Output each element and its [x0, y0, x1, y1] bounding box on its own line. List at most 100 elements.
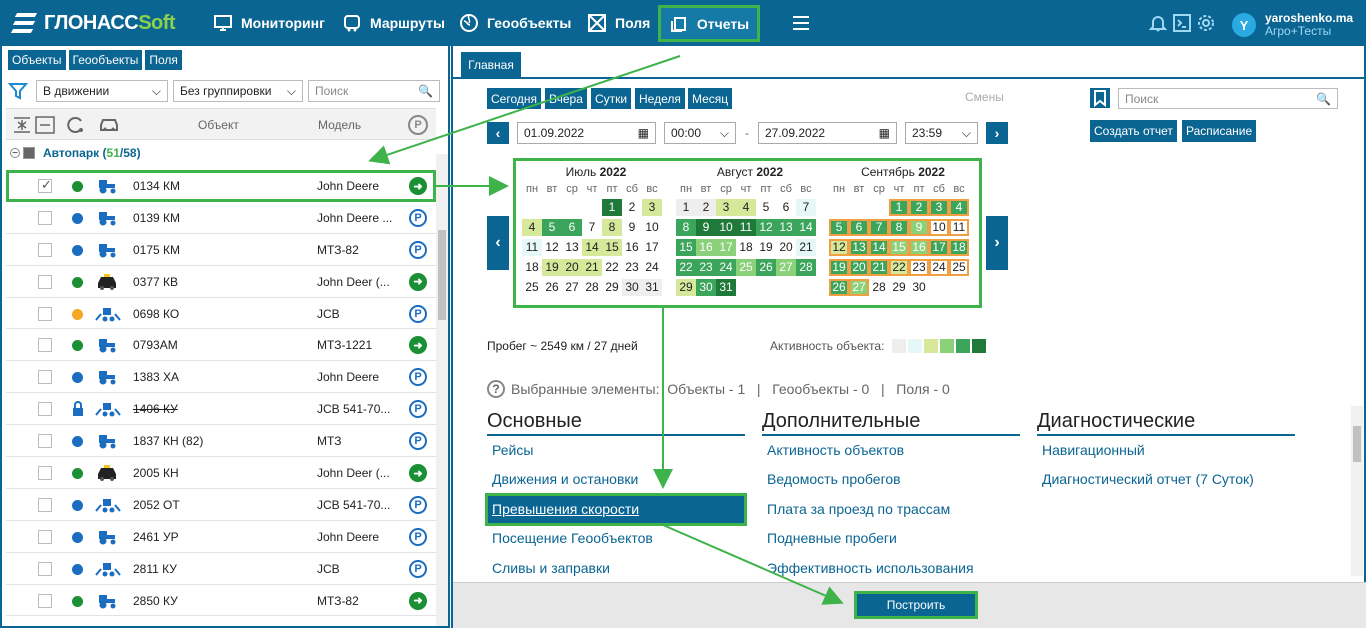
- tab-objects[interactable]: Объекты: [8, 50, 66, 70]
- calendar-day[interactable]: 7: [796, 199, 816, 216]
- calendar-day[interactable]: 5: [829, 219, 849, 236]
- table-row[interactable]: 1406 КУ JCB 541-70... P: [6, 393, 436, 426]
- table-row[interactable]: 0698 КО JCB P: [6, 298, 436, 330]
- calendar-day[interactable]: 16: [622, 239, 642, 256]
- app-logo[interactable]: ГЛОНАСС Soft: [10, 10, 176, 36]
- parking-icon[interactable]: P: [408, 115, 428, 135]
- calendar-day[interactable]: 6: [562, 219, 582, 236]
- calendar-day[interactable]: 4: [949, 199, 969, 216]
- table-row[interactable]: 2461 УР John Deere P: [6, 521, 436, 553]
- gear-icon[interactable]: [1197, 14, 1215, 32]
- calendar-day[interactable]: 27: [849, 279, 869, 296]
- calendar-day[interactable]: 13: [849, 239, 869, 256]
- row-checkbox[interactable]: [38, 593, 52, 608]
- table-row[interactable]: 0139 КМ John Deere ... P: [6, 202, 436, 234]
- calendar-day[interactable]: 13: [776, 219, 796, 236]
- calendar-day[interactable]: 9: [909, 219, 929, 236]
- filter-icon[interactable]: [8, 81, 28, 101]
- create-report-button[interactable]: Создать отчет: [1090, 120, 1177, 142]
- build-button[interactable]: Построить: [854, 591, 978, 619]
- report-mileage-sheet[interactable]: Ведомость пробегов: [762, 465, 1020, 494]
- calendar-day[interactable]: 30: [696, 279, 716, 296]
- search-icon[interactable]: 🔍: [418, 84, 433, 98]
- calendar-day[interactable]: 5: [756, 199, 776, 216]
- expand-collapse-icon[interactable]: [12, 115, 56, 135]
- parking-icon[interactable]: P: [409, 208, 427, 227]
- yesterday-button[interactable]: Вчера: [545, 88, 587, 109]
- terminal-icon[interactable]: [1173, 14, 1191, 32]
- arrow-right-icon[interactable]: ➜: [409, 464, 427, 483]
- calendar-day[interactable]: 30: [909, 279, 929, 296]
- calendar-day[interactable]: 31: [642, 279, 662, 296]
- calendar-day[interactable]: 9: [696, 219, 716, 236]
- calendar-day[interactable]: 5: [542, 219, 562, 236]
- calendar-day[interactable]: 18: [522, 259, 542, 276]
- menu-icon[interactable]: [793, 16, 809, 34]
- calendar-day[interactable]: 21: [796, 239, 816, 256]
- bell-icon[interactable]: [1149, 14, 1167, 32]
- arrow-right-icon[interactable]: ➜: [409, 336, 427, 355]
- col-model-label[interactable]: Модель: [318, 118, 361, 132]
- calendar-day[interactable]: 26: [756, 259, 776, 276]
- calendar-day[interactable]: 28: [869, 279, 889, 296]
- calendar-day[interactable]: 22: [889, 259, 909, 276]
- motion-filter-select[interactable]: В движении ⌵: [36, 80, 168, 102]
- date-from-input[interactable]: 01.09.2022 ▦: [517, 122, 656, 144]
- calendar-day[interactable]: 11: [949, 219, 969, 236]
- calendar-day[interactable]: 12: [542, 239, 562, 256]
- calendar-day[interactable]: 20: [562, 259, 582, 276]
- group-checkbox[interactable]: [23, 147, 35, 159]
- calendar-day[interactable]: 2: [909, 199, 929, 216]
- nav-geoobjects[interactable]: Геообъекты: [459, 0, 571, 46]
- tab-geoobjects[interactable]: Геообъекты: [68, 50, 143, 70]
- table-row[interactable]: 0175 КМ МТЗ-82 P: [6, 234, 436, 266]
- month-button[interactable]: Месяц: [688, 88, 733, 109]
- nav-routes[interactable]: Маршруты: [342, 0, 445, 46]
- report-activity[interactable]: Активность объектов: [762, 436, 1020, 465]
- calendar-day[interactable]: 29: [889, 279, 909, 296]
- parking-icon[interactable]: P: [409, 304, 427, 323]
- row-checkbox[interactable]: [38, 529, 52, 544]
- calendar-day[interactable]: 3: [716, 199, 736, 216]
- date-to-input[interactable]: 27.09.2022 ▦: [758, 122, 897, 144]
- calendar-day[interactable]: 22: [602, 259, 622, 276]
- user-profile[interactable]: Y yaroshenko.ma Агро+Тесты: [1232, 12, 1353, 38]
- calendar-day[interactable]: 23: [622, 259, 642, 276]
- collapse-icon[interactable]: −: [10, 148, 20, 159]
- bookmark-icon[interactable]: [1090, 88, 1110, 108]
- row-checkbox[interactable]: [38, 370, 52, 385]
- row-checkbox[interactable]: ✓: [38, 177, 52, 193]
- calendar-day[interactable]: 28: [796, 259, 816, 276]
- grouping-select[interactable]: Без группировки ⌵: [173, 80, 303, 102]
- table-row[interactable]: ✓ 0134 КМ John Deere ➜: [6, 170, 436, 202]
- calendar-day[interactable]: 24: [929, 259, 949, 276]
- calendar-day[interactable]: 2: [622, 199, 642, 216]
- calendar-day[interactable]: 30: [622, 279, 642, 296]
- calendar-day[interactable]: 15: [889, 239, 909, 256]
- calendar-day[interactable]: 11: [522, 239, 542, 256]
- row-checkbox[interactable]: [38, 466, 52, 481]
- report-tolls[interactable]: Плата за проезд по трассам: [762, 495, 1020, 524]
- calendar-day[interactable]: 29: [676, 279, 696, 296]
- calendar-day[interactable]: 9: [622, 219, 642, 236]
- row-checkbox[interactable]: [38, 210, 52, 225]
- refresh-status-icon[interactable]: [66, 115, 86, 135]
- calendar-day[interactable]: 13: [562, 239, 582, 256]
- calendar-day[interactable]: 2: [696, 199, 716, 216]
- calendar-day[interactable]: 23: [696, 259, 716, 276]
- time-from-select[interactable]: 00:00 ⌵: [664, 122, 736, 144]
- table-row[interactable]: 2005 КН John Deer (... ➜: [6, 457, 436, 489]
- calendar-day[interactable]: 24: [642, 259, 662, 276]
- calendar-day[interactable]: 16: [696, 239, 716, 256]
- report-daily-mileage[interactable]: Подневные пробеги: [762, 524, 1020, 553]
- row-checkbox[interactable]: [38, 306, 52, 321]
- calendar-day[interactable]: 29: [602, 279, 622, 296]
- calendar-day[interactable]: 4: [736, 199, 756, 216]
- nav-monitoring[interactable]: Мониторинг: [213, 0, 325, 46]
- calendar-day[interactable]: 10: [716, 219, 736, 236]
- col-object-label[interactable]: Объект: [198, 118, 239, 132]
- help-icon[interactable]: ?: [487, 380, 505, 398]
- calendar-day[interactable]: 20: [776, 239, 796, 256]
- objects-scrollbar[interactable]: [436, 154, 448, 626]
- row-checkbox[interactable]: [38, 338, 52, 353]
